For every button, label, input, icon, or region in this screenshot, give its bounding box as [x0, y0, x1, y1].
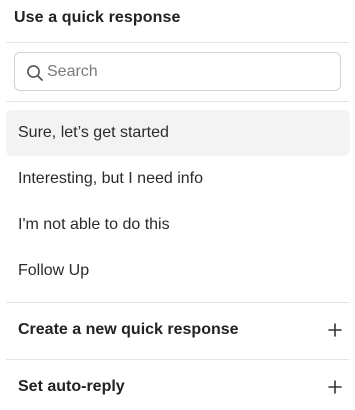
plus-icon [328, 380, 342, 394]
divider [6, 101, 349, 102]
quick-response-panel: Use a quick response Sure, let’s get sta… [0, 0, 355, 410]
quick-response-list: Sure, let’s get started Interesting, but… [6, 110, 350, 294]
set-auto-reply-label: Set auto-reply [18, 378, 125, 395]
create-quick-response-label: Create a new quick response [18, 321, 239, 338]
plus-icon [328, 323, 342, 337]
set-auto-reply-button[interactable]: Set auto-reply [6, 359, 350, 410]
search-input[interactable] [47, 54, 332, 89]
quick-response-item[interactable]: Sure, let’s get started [6, 110, 350, 156]
search-icon [27, 65, 43, 81]
divider [6, 42, 349, 43]
panel-title: Use a quick response [14, 9, 181, 26]
search-box[interactable] [14, 52, 341, 91]
create-quick-response-button[interactable]: Create a new quick response [6, 302, 350, 358]
quick-response-item[interactable]: Interesting, but I need info [6, 156, 350, 202]
quick-response-item[interactable]: Follow Up [6, 248, 350, 294]
quick-response-item[interactable]: I'm not able to do this [6, 202, 350, 248]
